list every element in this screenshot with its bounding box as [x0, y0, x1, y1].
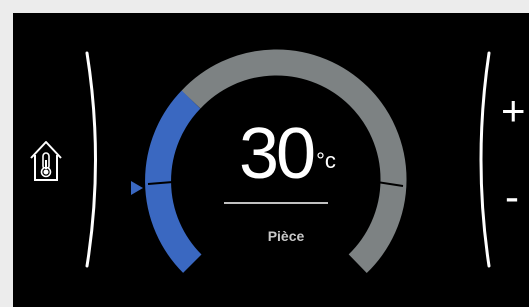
temperature-unit: °c — [316, 148, 336, 173]
increase-button[interactable]: + — [501, 90, 526, 132]
thermostat-screen: 30 °c Pièce + - — [13, 13, 529, 307]
decrease-button[interactable]: - — [505, 176, 519, 218]
temperature-value: 30 — [239, 114, 316, 194]
temperature-readout: 30 °c — [239, 114, 349, 194]
dial-active-arc — [145, 90, 202, 273]
mode-label: Pièce — [267, 228, 305, 244]
setpoint-pointer-icon[interactable] — [131, 181, 143, 195]
